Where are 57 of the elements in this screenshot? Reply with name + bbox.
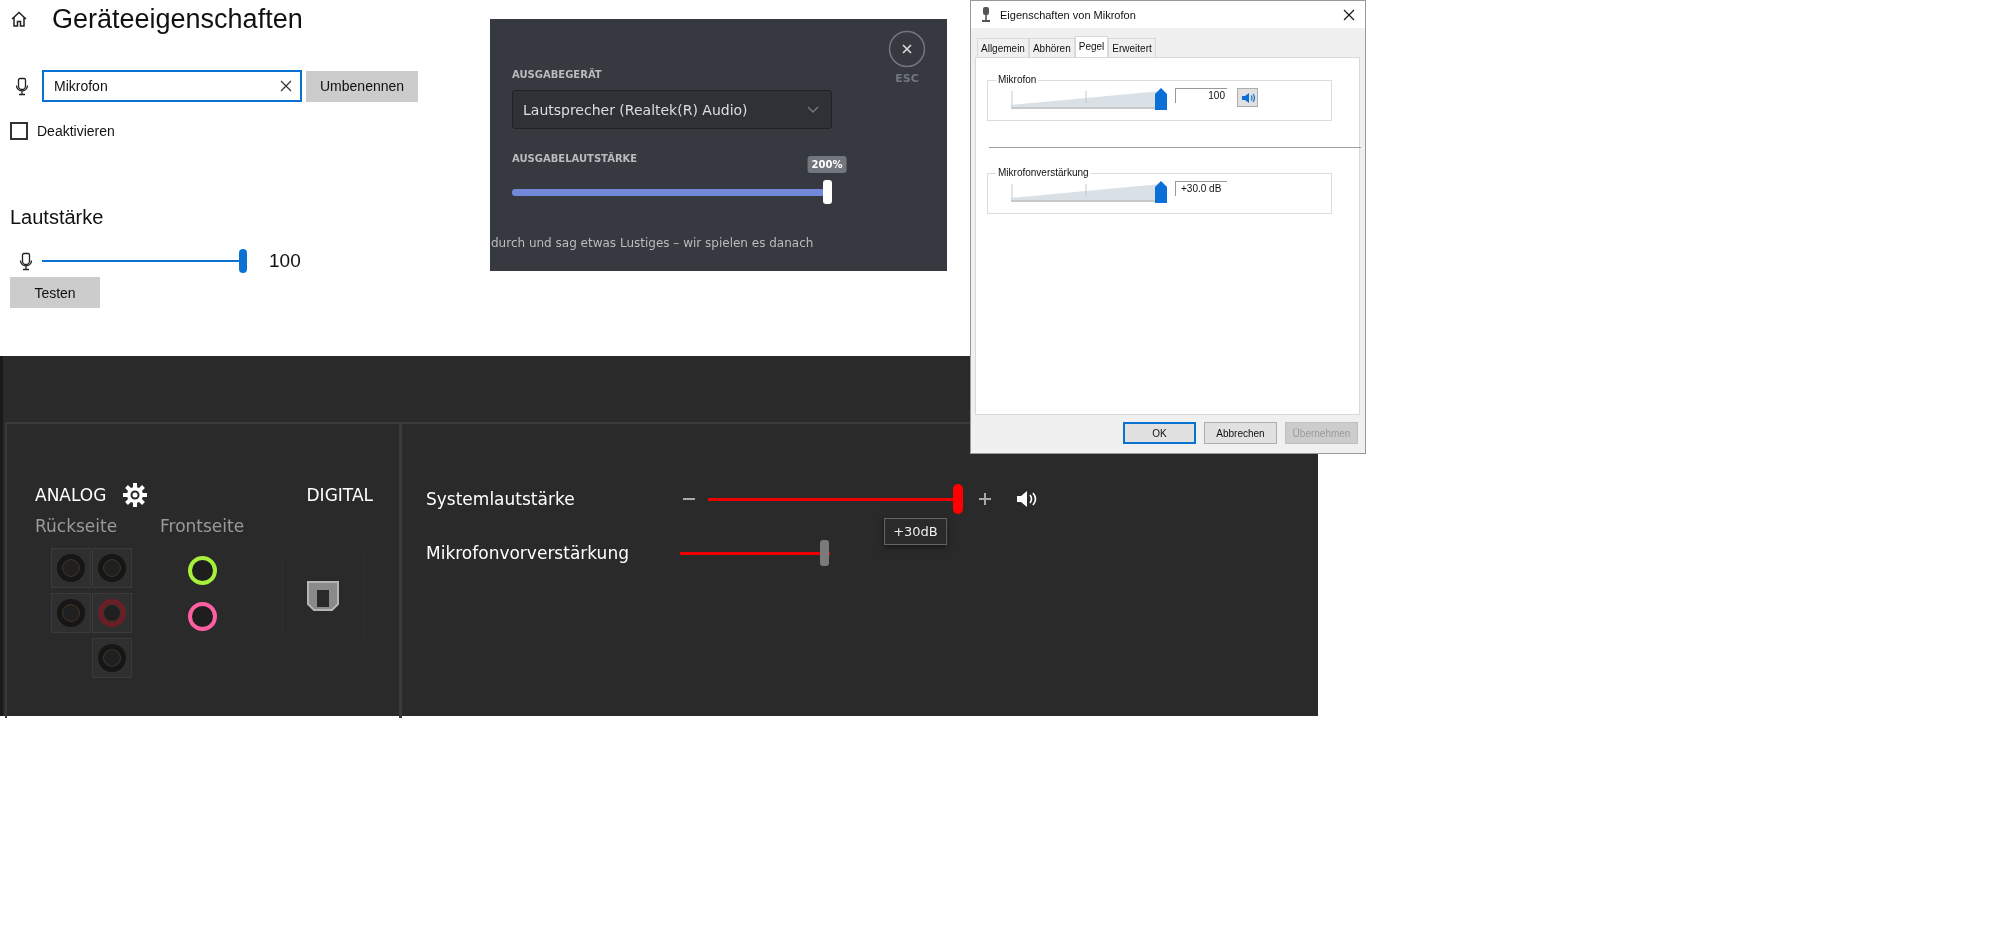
- home-icon[interactable]: [10, 10, 28, 28]
- section-heading: Lautstärke: [10, 206, 105, 229]
- speaker-icon: [1240, 91, 1255, 104]
- chevron-down-icon: [807, 105, 819, 114]
- group-label: Mikrofonverstärkung: [996, 167, 1091, 178]
- speaker-button[interactable]: [1237, 88, 1258, 107]
- column-label: Frontseite: [160, 516, 245, 536]
- volume-slider[interactable]: [42, 249, 247, 273]
- microphone-icon: [981, 6, 991, 23]
- section-heading: DIGITAL: [306, 485, 373, 505]
- dialog-button[interactable]: Abbrechen: [1204, 422, 1277, 444]
- clear-icon[interactable]: [280, 80, 292, 92]
- column-label: Rückseite: [35, 516, 119, 536]
- checkbox-label: Deaktivieren: [37, 123, 115, 139]
- volume-slider[interactable]: [680, 538, 830, 568]
- close-icon[interactable]: [1343, 8, 1355, 21]
- slider-thumb[interactable]: [953, 484, 963, 514]
- checkbox[interactable]: [10, 122, 28, 140]
- slider-thumb[interactable]: [1155, 181, 1167, 203]
- plus-icon[interactable]: [978, 492, 992, 506]
- volume-value: 100: [269, 250, 301, 272]
- volume-slider[interactable]: [512, 180, 832, 204]
- name-field[interactable]: Mikrofon: [42, 70, 302, 102]
- slider-label: Systemlautstärke: [426, 489, 576, 509]
- section-heading: ANALOG: [35, 485, 107, 505]
- tab[interactable]: Abhören: [1028, 38, 1075, 57]
- speaker-icon[interactable]: [1016, 490, 1038, 508]
- slider-thumb[interactable]: [239, 249, 247, 273]
- digital-port-icon[interactable]: [306, 580, 341, 612]
- group-label: Mikrofon: [996, 74, 1039, 85]
- field-label: AUSGABEGERÄT: [512, 69, 603, 80]
- slider-thumb[interactable]: [823, 180, 832, 204]
- page-title: Geräteeigenschaften: [52, 3, 303, 35]
- value-tooltip: 200%: [807, 156, 847, 173]
- settings-icon[interactable]: [122, 482, 149, 508]
- jack-ring[interactable]: [187, 602, 217, 631]
- microphone-icon: [18, 251, 34, 271]
- rename-button[interactable]: Umbenennen: [306, 70, 419, 102]
- window-title: Eigenschaften von Mikrofon: [1000, 8, 1137, 21]
- value-field[interactable]: 100: [1175, 88, 1227, 103]
- tab[interactable]: Erweitert: [1108, 38, 1156, 57]
- slider-label: Mikrofonvorverstärkung: [426, 543, 630, 563]
- test-button[interactable]: Testen: [10, 277, 100, 308]
- dialog-button[interactable]: OK: [1123, 422, 1196, 444]
- tab[interactable]: Allgemein: [977, 38, 1029, 57]
- shortcut-label: ESC: [895, 72, 919, 85]
- slider-thumb[interactable]: [1155, 88, 1167, 110]
- value-tooltip: +30dB: [884, 518, 947, 545]
- level-slider[interactable]: [1011, 181, 1167, 203]
- hint-text: durch und sag etwas Lustiges – wir spielen es danach: [491, 236, 815, 250]
- slider-thumb[interactable]: [820, 540, 829, 566]
- volume-slider[interactable]: [708, 484, 963, 514]
- value-field[interactable]: +30.0 dB: [1175, 181, 1227, 196]
- microphone-icon: [14, 76, 30, 96]
- device-dropdown[interactable]: Lautsprecher (Realtek(R) Audio): [512, 90, 832, 129]
- level-slider[interactable]: [1011, 88, 1167, 110]
- tab[interactable]: Pegel: [1074, 36, 1109, 57]
